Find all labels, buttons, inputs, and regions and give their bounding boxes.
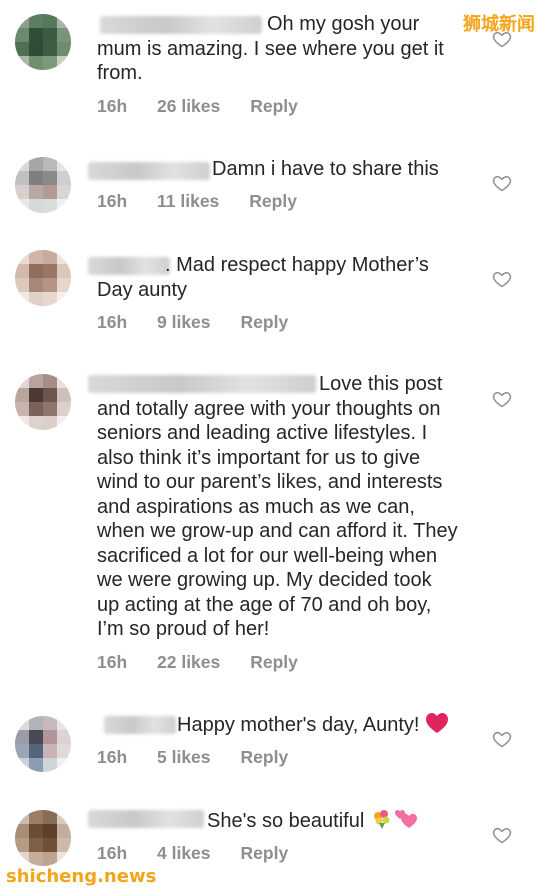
heart-outline-icon[interactable] <box>492 389 512 409</box>
likes-count[interactable]: 4 likes <box>157 843 211 864</box>
avatar[interactable] <box>15 716 71 772</box>
comment-text: Love this post and totally agree with yo… <box>97 373 458 640</box>
comment-text: Damn i have to share this <box>212 158 439 180</box>
likes-count[interactable]: 5 likes <box>157 747 211 768</box>
comment-time: 16h <box>97 191 128 211</box>
comment-text: . Mad respect happy Mother’s Day aunty <box>97 254 429 301</box>
comment-meta: 16h 26 likes Reply <box>97 96 298 117</box>
reply-button[interactable]: Reply <box>250 652 298 673</box>
comment-time: 16h <box>97 312 128 332</box>
comment-meta: 16h 4 likes Reply <box>97 843 288 864</box>
avatar[interactable] <box>15 157 71 213</box>
red-heart-emoji <box>426 713 449 733</box>
watermark-bottom: shicheng.news <box>6 866 157 887</box>
reply-button[interactable]: Reply <box>241 312 289 333</box>
comment-time: 16h <box>97 843 128 863</box>
heart-outline-icon[interactable] <box>492 269 512 289</box>
likes-count[interactable]: 11 likes <box>157 191 219 212</box>
comment-time: 16h <box>97 96 128 116</box>
comment-text: She's so beautiful <box>97 808 487 834</box>
comment-time: 16h <box>97 747 128 767</box>
comment-meta: 16h 9 likes Reply <box>97 312 288 333</box>
reply-button[interactable]: Reply <box>241 843 289 864</box>
comment-text-value: Happy mother's day, Aunty! <box>177 714 420 736</box>
likes-count[interactable]: 9 likes <box>157 312 211 333</box>
avatar[interactable] <box>15 810 71 866</box>
comment-text-value: She's so beautiful <box>207 810 365 832</box>
comment-text: Oh my gosh your mum is amazing. I see wh… <box>97 13 444 84</box>
likes-count[interactable]: 26 likes <box>157 96 220 117</box>
comment-text: Happy mother's day, Aunty! <box>97 712 487 738</box>
heart-outline-icon[interactable] <box>492 729 512 749</box>
heart-outline-icon[interactable] <box>492 173 512 193</box>
reply-button[interactable]: Reply <box>249 191 297 212</box>
heart-outline-icon[interactable] <box>492 825 512 845</box>
bouquet-emoji <box>373 810 390 829</box>
comment-meta: 16h 5 likes Reply <box>97 747 288 768</box>
heart-outline-icon[interactable] <box>492 29 512 49</box>
avatar[interactable] <box>15 374 71 430</box>
comment-meta: 16h 11 likes Reply <box>97 191 297 212</box>
comment-meta: 16h 22 likes Reply <box>97 652 298 673</box>
avatar[interactable] <box>15 250 71 306</box>
likes-count[interactable]: 22 likes <box>157 652 220 673</box>
avatar[interactable] <box>15 14 71 70</box>
reply-button[interactable]: Reply <box>241 747 289 768</box>
reply-button[interactable]: Reply <box>250 96 298 117</box>
two-hearts-emoji <box>394 810 417 828</box>
comment-time: 16h <box>97 652 128 672</box>
